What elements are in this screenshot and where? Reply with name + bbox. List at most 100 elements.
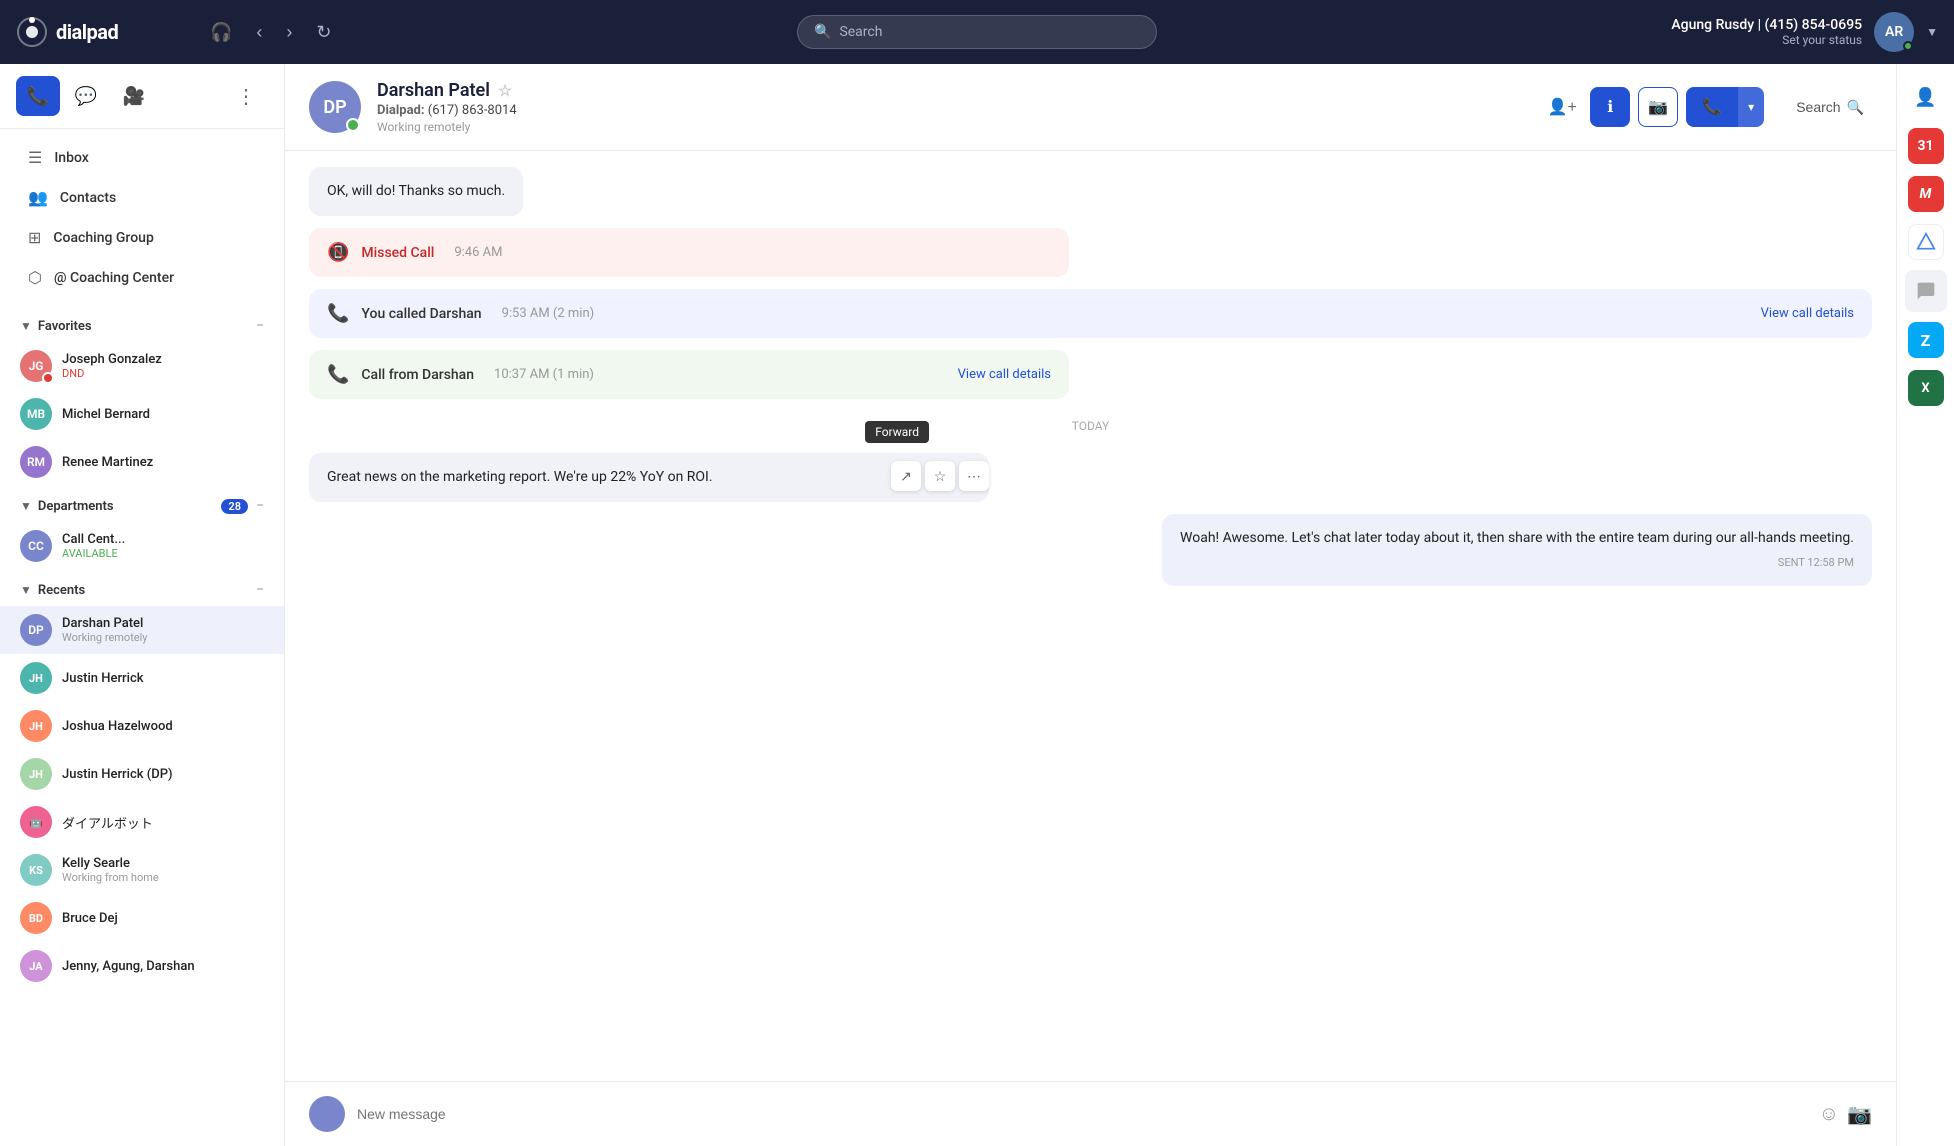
user-section: Agung Rusdy | (415) 854-0695 Set your st… — [1671, 12, 1938, 52]
top-navigation: dialpad 🎧 ‹ › ↻ 🔍 Search Agung Rusdy | (… — [0, 0, 1954, 64]
user-info: Agung Rusdy | (415) 854-0695 Set your st… — [1671, 17, 1862, 47]
share-message-button[interactable]: ↗ — [891, 461, 921, 491]
emoji-button[interactable]: ☺ — [1819, 1102, 1839, 1127]
video-tab[interactable]: 🎥 — [112, 76, 156, 116]
sidebar-item-contacts[interactable]: 👥 Contacts — [8, 178, 276, 217]
view-call-details-link[interactable]: View call details — [958, 367, 1051, 382]
call-time: 9:46 AM — [454, 245, 502, 260]
departments-chevron-icon: ▼ — [20, 499, 32, 513]
right-sidebar: 👤 31 M Z X — [1896, 64, 1954, 1146]
chat-header-actions: 👤+ ℹ 📷 📞 ▾ — [1542, 87, 1764, 127]
call-button[interactable]: 📞 — [1686, 87, 1738, 127]
message-sent: Woah! Awesome. Let's chat later today ab… — [1162, 514, 1872, 586]
recent-justin-herrick[interactable]: JH Justin Herrick — [0, 654, 284, 702]
sidebar-item-coaching-group[interactable]: ⊞ Coaching Group — [8, 218, 276, 257]
departments-section-header[interactable]: ▼ Departments 28 − — [0, 490, 284, 522]
favorite-joseph-gonzalez[interactable]: JG Joseph Gonzalez DND — [0, 342, 284, 390]
sidebar-item-inbox[interactable]: ☰ Inbox — [8, 138, 276, 177]
sidebar-navigation: ☰ Inbox 👥 Contacts ⊞ Coaching Group ⬡ @ … — [0, 129, 284, 306]
recent-justin-herrick-dp[interactable]: JH Justin Herrick (DP) — [0, 750, 284, 798]
star-message-button[interactable]: ☆ — [925, 461, 955, 491]
refresh-button[interactable]: ↻ — [310, 16, 337, 49]
outgoing-call-icon: 📞 — [327, 303, 349, 324]
forward-tooltip: Forward — [865, 421, 929, 443]
user-profile-button[interactable]: 👤 — [1905, 76, 1947, 118]
global-search-bar[interactable]: 🔍 Search — [797, 15, 1157, 49]
recent-bruce-dej[interactable]: BD Bruce Dej — [0, 894, 284, 942]
sidebar-item-coaching-center[interactable]: ⬡ @ Coaching Center — [8, 258, 276, 297]
recents-minus-icon[interactable]: − — [256, 582, 264, 598]
recent-kelly-searle[interactable]: KS Kelly Searle Working from home — [0, 846, 284, 894]
favorite-michel-bernard[interactable]: MB Michel Bernard — [0, 390, 284, 438]
excel-app-button[interactable]: X — [1908, 370, 1944, 406]
department-name: Call Cent... — [62, 532, 125, 547]
left-sidebar: 📞 💬 🎥 ⋮ ☰ Inbox 👥 Contacts ⊞ Coaching Gr… — [0, 64, 285, 1146]
call-label: Missed Call — [361, 245, 434, 261]
back-button[interactable]: ‹ — [250, 16, 268, 49]
chat-header: DP Darshan Patel ☆ Dialpad: (617) 863-80… — [285, 64, 1896, 151]
coaching-group-icon: ⊞ — [28, 228, 41, 247]
camera-button[interactable]: 📷 — [1847, 1102, 1872, 1127]
avatar: 🤖 — [20, 806, 52, 838]
gmail-app-button[interactable]: M — [1908, 176, 1944, 212]
message-text: Great news on the marketing report. We'r… — [327, 469, 713, 485]
recent-darshan-patel[interactable]: DP Darshan Patel Working remotely — [0, 606, 284, 654]
avatar: JH — [20, 662, 52, 694]
recents-actions: − — [256, 582, 264, 598]
call-dropdown-button[interactable]: ▾ — [1738, 87, 1764, 127]
search-label: Search — [1796, 99, 1840, 115]
departments-actions: − — [256, 498, 264, 514]
contact-info: Darshan Patel ☆ Dialpad: (617) 863-8014 … — [377, 80, 1526, 134]
recent-joshua-hazelwood[interactable]: JH Joshua Hazelwood — [0, 702, 284, 750]
avatar: JG — [20, 350, 52, 382]
phone-tab[interactable]: 📞 — [16, 76, 60, 116]
contact-name: Renee Martinez — [62, 455, 153, 470]
chat-tab[interactable]: 💬 — [64, 76, 108, 116]
avatar: BD — [20, 902, 52, 934]
user-status-text[interactable]: Set your status — [1671, 33, 1862, 47]
contact-status: Working remotely — [377, 120, 1526, 134]
recent-jenny-agung-darshan[interactable]: JA Jenny, Agung, Darshan — [0, 942, 284, 990]
headset-icon[interactable]: 🎧 — [204, 16, 238, 49]
main-layout: 📞 💬 🎥 ⋮ ☰ Inbox 👥 Contacts ⊞ Coaching Gr… — [0, 64, 1954, 1146]
departments-minus-icon[interactable]: − — [256, 498, 264, 514]
incoming-call-item: 📞 Call from Darshan 10:37 AM (1 min) Vie… — [309, 350, 1069, 399]
departments-section-title: Departments — [38, 499, 222, 514]
department-avatar: CC — [20, 530, 52, 562]
recent-dialbot[interactable]: 🤖 ダイアルボット — [0, 798, 284, 846]
favorite-star-icon[interactable]: ☆ — [498, 81, 512, 100]
contacts-icon: 👥 — [28, 188, 48, 207]
more-message-options-button[interactable]: ⋯ — [959, 461, 989, 491]
info-button[interactable]: ℹ — [1590, 87, 1630, 127]
department-call-center[interactable]: CC Call Cent... AVAILABLE — [0, 522, 284, 570]
add-person-button[interactable]: 👤+ — [1542, 87, 1582, 127]
message-received: OK, will do! Thanks so much. — [309, 167, 523, 216]
recents-section-title: Recents — [38, 583, 256, 598]
contact-name: Joshua Hazelwood — [62, 719, 173, 734]
recents-section-header[interactable]: ▼ Recents − — [0, 574, 284, 606]
forward-button[interactable]: › — [280, 16, 298, 49]
more-options-button[interactable]: ⋮ — [224, 76, 268, 116]
search-chat-button[interactable]: Search 🔍 — [1788, 93, 1872, 122]
view-call-details-link[interactable]: View call details — [1761, 306, 1854, 321]
message-input[interactable] — [357, 1106, 1807, 1122]
own-avatar — [309, 1096, 345, 1132]
avatar[interactable]: AR — [1874, 12, 1914, 52]
gdrive-app-button[interactable] — [1908, 224, 1944, 260]
app-logo: dialpad — [16, 16, 196, 48]
dropdown-arrow-icon[interactable]: ▼ — [1926, 25, 1938, 39]
contact-name: Justin Herrick — [62, 671, 144, 686]
video-call-button[interactable]: 📷 — [1638, 87, 1678, 127]
calendar-app-button[interactable]: 31 — [1908, 128, 1944, 164]
favorite-renee-martinez[interactable]: RM Renee Martinez — [0, 438, 284, 486]
chat-bubble-button[interactable] — [1905, 270, 1947, 312]
contact-name: Kelly Searle — [62, 856, 159, 871]
missed-call-item: 📵 Missed Call 9:46 AM — [309, 228, 1069, 277]
favorites-section-header[interactable]: ▼ Favorites − — [0, 310, 284, 342]
avatar: JA — [20, 950, 52, 982]
contact-subtitle: Working from home — [62, 871, 159, 884]
favorites-minus-icon[interactable]: − — [256, 318, 264, 334]
outgoing-call-item: 📞 You called Darshan 9:53 AM (2 min) Vie… — [309, 289, 1872, 338]
contact-name: Bruce Dej — [62, 911, 118, 926]
zendesk-app-button[interactable]: Z — [1908, 322, 1944, 358]
